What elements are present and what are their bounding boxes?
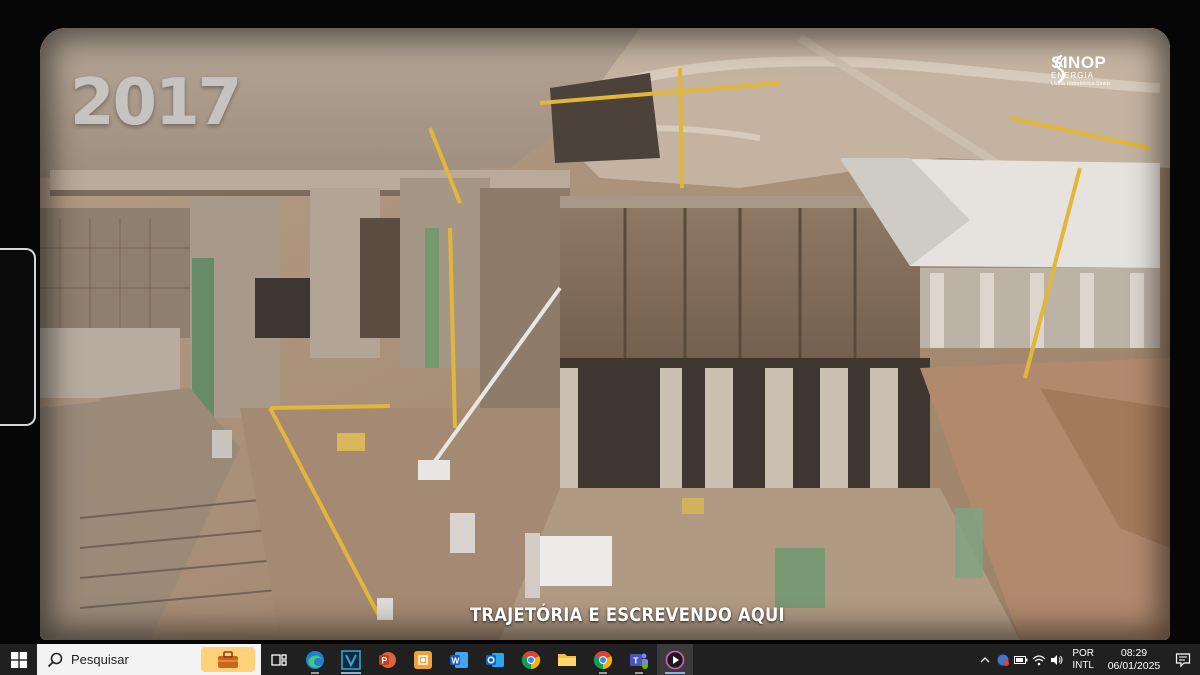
taskbar-app-v[interactable] bbox=[333, 644, 369, 675]
folder-icon bbox=[558, 653, 576, 666]
briefcase-icon bbox=[218, 650, 238, 668]
keyboard-layout: INTL bbox=[1072, 659, 1094, 671]
media-player-icon bbox=[665, 650, 685, 669]
speaker-icon bbox=[1051, 654, 1063, 665]
task-view-button[interactable] bbox=[261, 644, 297, 675]
taskbar-app-file-explorer[interactable] bbox=[549, 644, 585, 675]
edge-icon bbox=[306, 650, 324, 669]
search-placeholder: Pesquisar bbox=[71, 652, 129, 667]
start-button[interactable] bbox=[0, 644, 37, 675]
wifi-icon bbox=[1032, 654, 1046, 665]
chrome-icon bbox=[593, 650, 613, 669]
taskbar-app-canva[interactable] bbox=[405, 644, 441, 675]
logo-tagline: Usina Hidrelétrica Sinop bbox=[1051, 81, 1110, 87]
taskbar-app-teams[interactable]: T bbox=[621, 644, 657, 675]
search-highlight-briefcase-icon[interactable] bbox=[201, 647, 255, 672]
taskbar-app-chrome[interactable] bbox=[513, 644, 549, 675]
task-view-icon bbox=[271, 653, 287, 666]
teams-icon: T bbox=[630, 653, 648, 669]
clock-date: 06/01/2025 bbox=[1107, 659, 1161, 672]
search-icon bbox=[47, 652, 63, 667]
taskbar-app-word[interactable]: W bbox=[441, 644, 477, 675]
network-button[interactable] bbox=[1030, 644, 1048, 675]
notification-icon bbox=[1175, 652, 1191, 667]
outlook-icon bbox=[486, 652, 504, 667]
svg-text:W: W bbox=[451, 655, 460, 665]
sinop-energia-logo: SINOP ENERGIA Usina Hidrelétrica Sinop bbox=[1051, 54, 1110, 88]
taskbar: Pesquisar P W T POR INTL 08:29 06/01/202… bbox=[0, 644, 1200, 675]
taskbar-app-outlook[interactable] bbox=[477, 644, 513, 675]
svg-text:T: T bbox=[633, 655, 639, 665]
notification-center-button[interactable] bbox=[1166, 652, 1200, 668]
svg-text:P: P bbox=[381, 655, 387, 665]
chrome-icon bbox=[521, 650, 541, 669]
language-code: POR bbox=[1072, 647, 1094, 659]
tray-red-app-icon bbox=[997, 654, 1010, 666]
video-player-area[interactable]: 2017 SINOP ENERGIA Usina Hidrelétrica Si… bbox=[0, 0, 1200, 644]
year-overlay: 2017 bbox=[70, 66, 242, 140]
tray-app-icon[interactable] bbox=[994, 644, 1012, 675]
taskbar-app-powerpoint[interactable]: P bbox=[369, 644, 405, 675]
taskbar-search-box[interactable]: Pesquisar bbox=[37, 644, 261, 675]
chevron-up-icon bbox=[980, 656, 990, 662]
powerpoint-icon: P bbox=[379, 651, 396, 668]
canva-icon bbox=[414, 650, 432, 669]
battery-button[interactable] bbox=[1012, 644, 1030, 675]
taskbar-app-edge[interactable] bbox=[297, 644, 333, 675]
video-frame[interactable]: 2017 SINOP ENERGIA Usina Hidrelétrica Si… bbox=[40, 28, 1170, 640]
taskbar-app-chrome-2[interactable] bbox=[585, 644, 621, 675]
sinop-logo-icon bbox=[1055, 54, 1065, 84]
v-app-icon bbox=[341, 649, 361, 670]
taskbar-app-media-player[interactable] bbox=[657, 644, 693, 675]
video-subtitle: TRAJETÓRIA E ESCREVENDO AQUI bbox=[470, 604, 785, 626]
clock[interactable]: 08:29 06/01/2025 bbox=[1102, 647, 1166, 673]
battery-icon bbox=[1014, 655, 1028, 664]
word-icon: W bbox=[450, 651, 468, 668]
clock-time: 08:29 bbox=[1120, 646, 1148, 659]
show-hidden-icons-button[interactable] bbox=[976, 644, 994, 675]
volume-button[interactable] bbox=[1048, 644, 1066, 675]
system-tray: POR INTL 08:29 06/01/2025 bbox=[976, 644, 1200, 675]
side-panel-handle[interactable] bbox=[0, 248, 36, 426]
input-language-indicator[interactable]: POR INTL bbox=[1072, 648, 1094, 672]
windows-logo-icon bbox=[10, 651, 27, 668]
